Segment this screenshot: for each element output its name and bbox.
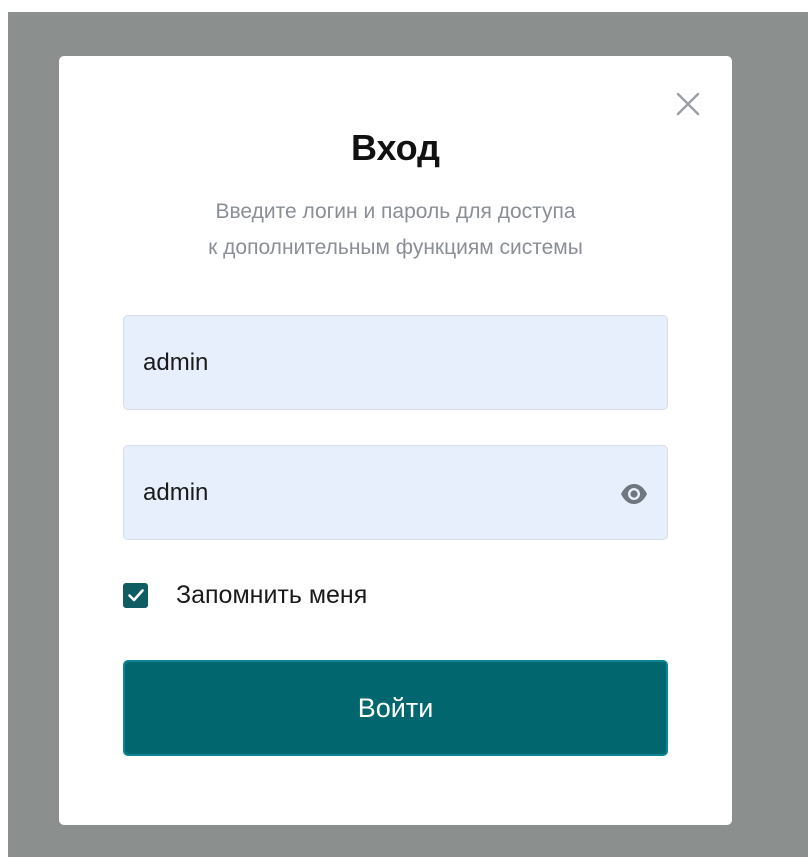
- remember-me-option[interactable]: Запомнить меня: [123, 578, 367, 612]
- login-dialog: Вход Введите логин и пароль для доступа …: [59, 56, 732, 825]
- login-input[interactable]: [124, 316, 667, 409]
- login-button[interactable]: Войти: [123, 660, 668, 756]
- remember-me-checkbox[interactable]: [123, 582, 148, 608]
- subtitle-line-2: к дополнительным функциям системы: [208, 236, 583, 259]
- login-field-wrapper: [123, 315, 668, 410]
- close-icon: [676, 92, 700, 116]
- dialog-title: Вход: [350, 127, 440, 168]
- remember-me-label[interactable]: Запомнить меня: [176, 581, 367, 610]
- close-button[interactable]: [674, 90, 702, 118]
- password-input[interactable]: [124, 446, 667, 539]
- subtitle-line-1: Введите логин и пароль для доступа: [215, 200, 576, 223]
- dialog-subtitle: Введите логин и пароль для доступа к доп…: [59, 194, 732, 266]
- checkmark-icon: [127, 589, 144, 602]
- eye-icon: [621, 484, 647, 504]
- password-field-wrapper: [123, 445, 668, 540]
- show-password-button[interactable]: [619, 479, 649, 509]
